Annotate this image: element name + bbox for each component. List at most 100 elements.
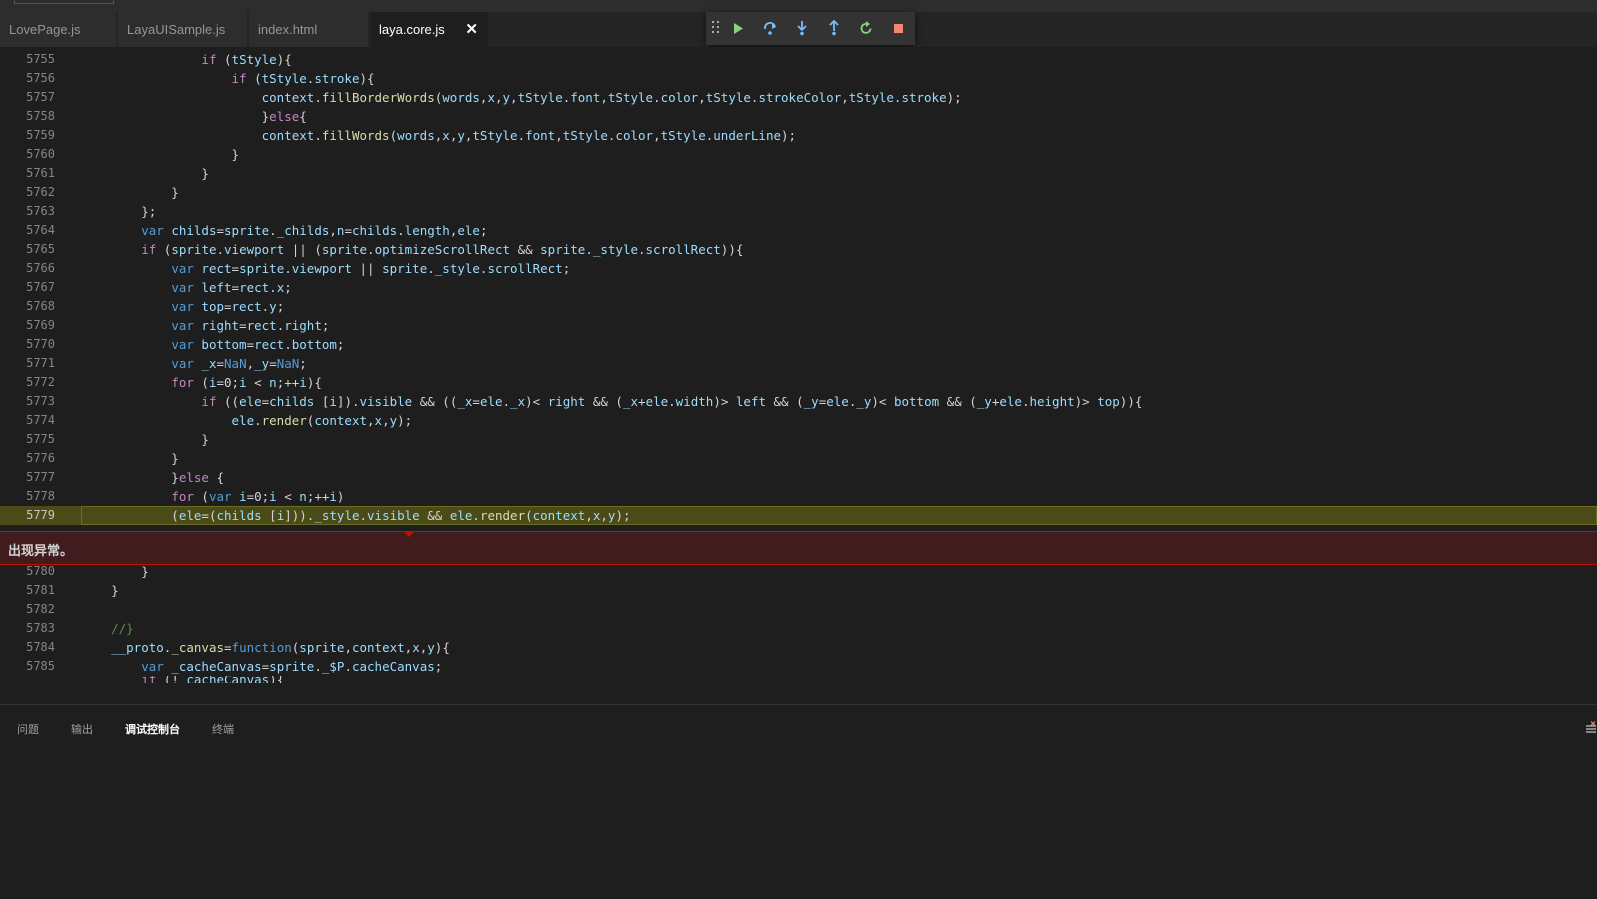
code-line: 5774 ele.render(context,x,y); — [0, 411, 1597, 430]
code-text: if (!_cacheCanvas){ — [81, 676, 284, 683]
code-line: 5765 if (sprite.viewport || (sprite.opti… — [0, 240, 1597, 259]
tab-label: LayaUISample.js — [127, 22, 226, 37]
line-number: 5766 — [26, 261, 55, 275]
code-text: (ele=(childs [i]))._style.visible && ele… — [81, 508, 631, 523]
tab-index-html[interactable]: index.html — [249, 12, 368, 47]
code-text: }else{ — [81, 109, 307, 124]
code-text: } — [81, 147, 240, 162]
clear-console-icon[interactable] — [1585, 721, 1597, 734]
line-number: 5783 — [26, 621, 55, 635]
code-text: } — [81, 583, 119, 598]
code-text: var bottom=rect.bottom; — [171, 337, 345, 352]
code-line: 5757 context.fillBorderWords(words,x,y,t… — [0, 88, 1597, 107]
line-number: 5775 — [26, 432, 55, 446]
line-number: 5772 — [26, 375, 55, 389]
code-text: ele.render(context,x,y); — [231, 413, 413, 428]
tab-debug-console[interactable]: 调试控制台 — [125, 721, 180, 737]
step-into-icon[interactable] — [791, 18, 813, 38]
code-line: 5783 //} — [0, 619, 1597, 638]
code-line: 5755 if (tStyle){ — [0, 50, 1597, 69]
tab-terminal[interactable]: 终端 — [212, 721, 234, 737]
tab-output[interactable]: 输出 — [71, 721, 93, 737]
code-line: 5760 } — [0, 145, 1597, 164]
code-text: for (var i=0;i < n;++i) — [171, 489, 345, 504]
code-line: 5782 — [0, 600, 1597, 619]
code-text: for (i=0;i < n;++i){ — [171, 375, 322, 390]
line-number: 5777 — [26, 470, 55, 484]
line-number: 5773 — [26, 394, 55, 408]
line-number: 5784 — [26, 640, 55, 654]
tab-label: laya.core.js — [379, 22, 445, 37]
tab-label: index.html — [258, 22, 318, 37]
code-line: 5763 }; — [0, 202, 1597, 221]
code-line: 5761 } — [0, 164, 1597, 183]
code-line: 5764 var childs=sprite._childs,n=childs.… — [0, 221, 1597, 240]
exception-widget: 出现异常。 — [0, 531, 1597, 565]
code-line: 5759 context.fillWords(words,x,y,tStyle.… — [0, 126, 1597, 145]
code-text: if (sprite.viewport || (sprite.optimizeS… — [141, 242, 744, 257]
line-number: 5761 — [26, 166, 55, 180]
code-text: var top=rect.y; — [171, 299, 285, 314]
code-line: 5771 var _x=NaN,_y=NaN; — [0, 354, 1597, 373]
code-line: 5777 }else { — [0, 468, 1597, 487]
code-line: 5758 }else{ — [0, 107, 1597, 126]
tab-lovepage[interactable]: LovePage.js — [0, 12, 116, 47]
stop-icon[interactable] — [887, 18, 909, 38]
title-notch — [14, 0, 114, 4]
line-number: 5763 — [26, 204, 55, 218]
code-text: context.fillWords(words,x,y,tStyle.font,… — [261, 128, 797, 143]
line-number: 5782 — [26, 602, 55, 616]
line-number: 5771 — [26, 356, 55, 370]
bottom-panel: 问题 输出 调试控制台 终端 — [0, 704, 1597, 899]
step-out-icon[interactable] — [823, 18, 845, 38]
code-text: var _x=NaN,_y=NaN; — [171, 356, 307, 371]
tab-label: LovePage.js — [9, 22, 81, 37]
code-line: 5784 __proto._canvas=function(sprite,con… — [0, 638, 1597, 657]
code-text: if (tStyle){ — [201, 52, 292, 67]
code-editor[interactable]: 5755 if (tStyle){ 5756 if (tStyle.stroke… — [0, 47, 1597, 683]
current-debug-line: 5779 (ele=(childs [i]))._style.visible &… — [0, 506, 1597, 525]
code-line: 5781 } — [0, 581, 1597, 600]
exception-caret — [403, 531, 415, 537]
code-text: var _cacheCanvas=sprite._$P.cacheCanvas; — [141, 659, 443, 674]
code-line: 5762 } — [0, 183, 1597, 202]
drag-handle-icon[interactable] — [712, 21, 720, 35]
code-text: context.fillBorderWords(words,x,y,tStyle… — [261, 90, 962, 105]
continue-icon[interactable] — [727, 18, 749, 38]
tab-layauisample[interactable]: LayaUISample.js — [118, 12, 247, 47]
code-text: if (tStyle.stroke){ — [231, 71, 375, 86]
line-number: 5770 — [26, 337, 55, 351]
code-line: 5773 if ((ele=childs [i]).visible && ((_… — [0, 392, 1597, 411]
step-over-icon[interactable] — [759, 18, 781, 38]
code-text: }else { — [81, 470, 225, 485]
close-icon[interactable]: ✕ — [465, 12, 478, 47]
line-number: 5755 — [26, 52, 55, 66]
code-line-partial: if (!_cacheCanvas){ — [0, 676, 1597, 683]
code-text: var childs=sprite._childs,n=childs.lengt… — [141, 223, 488, 238]
line-number: 5776 — [26, 451, 55, 465]
debug-toolbar — [706, 12, 915, 45]
line-number: 5779 — [26, 508, 55, 522]
line-number: 5774 — [26, 413, 55, 427]
code-text: } — [81, 166, 209, 181]
code-line: 5772 for (i=0;i < n;++i){ — [0, 373, 1597, 392]
restart-icon[interactable] — [855, 18, 877, 38]
exception-message: 出现异常。 — [8, 544, 74, 559]
code-text: //} — [81, 621, 134, 636]
code-line: 5770 var bottom=rect.bottom; — [0, 335, 1597, 354]
code-line: 5768 var top=rect.y; — [0, 297, 1597, 316]
line-number: 5760 — [26, 147, 55, 161]
line-number: 5768 — [26, 299, 55, 313]
tab-laya-core[interactable]: laya.core.js ✕ — [370, 12, 488, 47]
code-text: if ((ele=childs [i]).visible && ((_x=ele… — [201, 394, 1143, 409]
code-text: }; — [81, 204, 157, 219]
line-number: 5758 — [26, 109, 55, 123]
code-line: 5756 if (tStyle.stroke){ — [0, 69, 1597, 88]
line-number: 5756 — [26, 71, 55, 85]
line-number: 5785 — [26, 659, 55, 673]
code-line: 5776 } — [0, 449, 1597, 468]
code-line: 5775 } — [0, 430, 1597, 449]
code-line: 5766 var rect=sprite.viewport || sprite.… — [0, 259, 1597, 278]
tab-problems[interactable]: 问题 — [17, 721, 39, 737]
code-text: var left=rect.x; — [171, 280, 292, 295]
